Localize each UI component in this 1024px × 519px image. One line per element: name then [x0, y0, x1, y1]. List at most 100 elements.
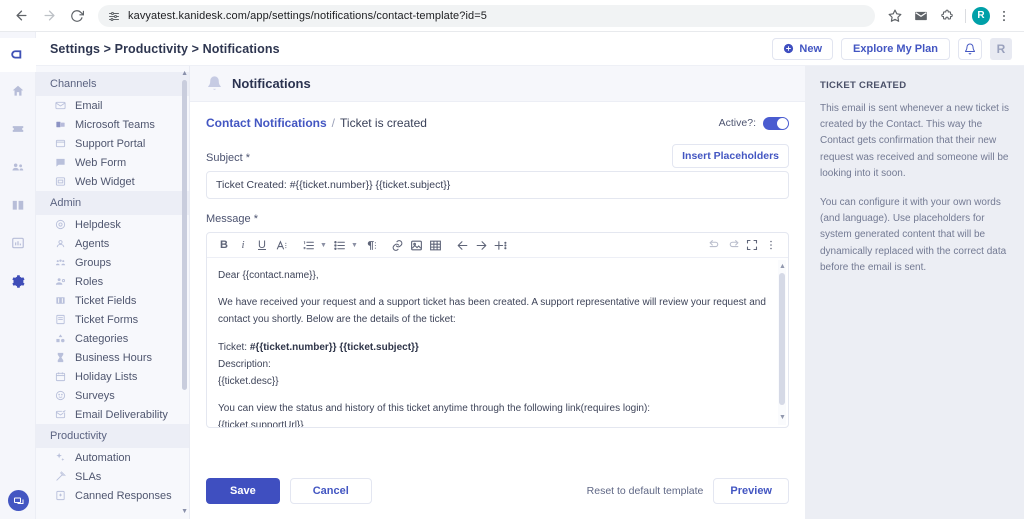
star-icon[interactable]: [883, 4, 907, 28]
scroll-up-arrow-icon[interactable]: ▲: [181, 70, 188, 77]
tickets-icon[interactable]: [0, 110, 36, 148]
explore-my-plan-button[interactable]: Explore My Plan: [841, 37, 950, 60]
new-button[interactable]: New: [772, 37, 834, 60]
sidebar-scrollbar[interactable]: [182, 80, 187, 505]
contacts-icon[interactable]: [0, 148, 36, 186]
sidebar-item-groups[interactable]: Groups: [36, 253, 189, 272]
reports-icon[interactable]: [0, 224, 36, 262]
browser-profile-avatar[interactable]: R: [972, 6, 990, 25]
sidebar-group-productivity: Productivity: [36, 424, 189, 448]
save-button[interactable]: Save: [206, 478, 280, 504]
knowledge-base-icon[interactable]: [0, 186, 36, 224]
contact-notifications-link[interactable]: Contact Notifications: [206, 116, 327, 130]
redo-icon[interactable]: [724, 235, 742, 255]
ticket-label: Ticket:: [218, 341, 250, 353]
editor-scroll-up-icon[interactable]: ▲: [779, 261, 786, 273]
sidebar-item-roles[interactable]: Roles: [36, 272, 189, 291]
sidebar-label: Surveys: [75, 389, 115, 402]
sidebar-label: Email: [75, 99, 103, 112]
sidebar-item-slas[interactable]: SLAs: [36, 467, 189, 486]
sidebar-label: SLAs: [75, 470, 102, 483]
message-body[interactable]: Dear {{contact.name}}, We have received …: [207, 258, 788, 427]
business-hours-icon: [54, 352, 66, 364]
cancel-button[interactable]: Cancel: [289, 478, 372, 504]
sidebar-label: Helpdesk: [75, 218, 121, 231]
rich-text-editor: B i U ▼ ▼ Dear {{contact.name}}, We have…: [206, 232, 789, 428]
sidebar-item-surveys[interactable]: Surveys: [36, 386, 189, 405]
sidebar-item-canned-responses[interactable]: Canned Responses: [36, 486, 189, 505]
undo-icon[interactable]: [705, 235, 723, 255]
editor-scrollbar-thumb[interactable]: [779, 273, 785, 405]
sidebar-item-web-widget[interactable]: Web Widget: [36, 172, 189, 191]
tune-icon[interactable]: [108, 10, 120, 22]
sidebar-item-microsoft-teams[interactable]: Microsoft Teams: [36, 115, 189, 134]
sidebar-item-categories[interactable]: Categories: [36, 329, 189, 348]
address-bar[interactable]: kavyatest.kanidesk.com/app/settings/noti…: [98, 4, 875, 27]
sidebar-item-ticket-forms[interactable]: Ticket Forms: [36, 310, 189, 329]
italic-button[interactable]: i: [234, 235, 252, 255]
insert-table-icon[interactable]: [426, 235, 444, 255]
header-actions: New Explore My Plan R: [772, 37, 1012, 60]
sidebar-label: Support Portal: [75, 137, 146, 150]
bullet-list-chevron-down-icon[interactable]: ▼: [349, 235, 360, 255]
message-paragraph-1: We have received your request and a supp…: [218, 297, 766, 326]
underline-button[interactable]: U: [253, 235, 271, 255]
reload-icon[interactable]: [64, 3, 90, 29]
active-toggle[interactable]: [763, 116, 789, 130]
email-deliverability-icon: [54, 409, 66, 421]
info-paragraph-1: This email is sent whenever a new ticket…: [820, 103, 1009, 179]
home-icon[interactable]: [0, 72, 36, 110]
paragraph-format-icon[interactable]: [361, 235, 379, 255]
sidebar-item-ticket-fields[interactable]: Ticket Fields: [36, 291, 189, 310]
subject-input[interactable]: Ticket Created: #{{ticket.number}} {{tic…: [206, 171, 789, 199]
sidebar-item-helpdesk[interactable]: Helpdesk: [36, 215, 189, 234]
template-breadcrumb: Contact Notifications / Ticket is create…: [206, 116, 789, 130]
notification-bell-icon[interactable]: [958, 37, 982, 60]
fullscreen-icon[interactable]: [743, 235, 761, 255]
sidebar-label: Ticket Fields: [75, 294, 137, 307]
sidebar-label: Holiday Lists: [75, 370, 138, 383]
chat-support-icon[interactable]: [8, 490, 29, 511]
bullet-list-icon[interactable]: [330, 235, 348, 255]
ordered-list-chevron-down-icon[interactable]: ▼: [318, 235, 329, 255]
insert-image-icon[interactable]: [407, 235, 425, 255]
form-footer: Save Cancel Reset to default template Pr…: [190, 463, 805, 519]
sidebar-item-web-form[interactable]: Web Form: [36, 153, 189, 172]
groups-icon: [54, 257, 66, 269]
kebab-menu-icon[interactable]: [992, 4, 1016, 28]
sidebar-item-business-hours[interactable]: Business Hours: [36, 348, 189, 367]
user-avatar[interactable]: R: [990, 37, 1012, 60]
more-options-icon[interactable]: [762, 235, 780, 255]
preview-button[interactable]: Preview: [713, 478, 789, 504]
kanidesk-logo-icon[interactable]: [0, 38, 36, 72]
scroll-down-arrow-icon[interactable]: ▼: [181, 508, 188, 515]
sidebar-item-support-portal[interactable]: Support Portal: [36, 134, 189, 153]
sidebar-label: Agents: [75, 237, 110, 250]
indent-arrow-icon[interactable]: [472, 235, 490, 255]
primary-nav-rail: [0, 32, 36, 519]
sidebar-scrollbar-thumb[interactable]: [182, 80, 187, 390]
outdent-arrow-icon[interactable]: [453, 235, 471, 255]
forward-arrow-icon[interactable]: [36, 3, 62, 29]
sidebar-item-agents[interactable]: Agents: [36, 234, 189, 253]
sidebar-item-email-deliverability[interactable]: Email Deliverability: [36, 405, 189, 424]
message-link-text: You can view the status and history of t…: [218, 403, 651, 415]
ordered-list-icon[interactable]: [299, 235, 317, 255]
reset-to-default-template-link[interactable]: Reset to default template: [587, 485, 704, 497]
gmail-icon[interactable]: [909, 4, 933, 28]
settings-gear-icon[interactable]: [0, 262, 36, 300]
sidebar-item-automation[interactable]: Automation: [36, 448, 189, 467]
sidebar-item-holiday-lists[interactable]: Holiday Lists: [36, 367, 189, 386]
sidebar-item-email[interactable]: Email: [36, 96, 189, 115]
editor-scrollbar[interactable]: ▲ ▼: [778, 260, 786, 425]
back-arrow-icon[interactable]: [8, 3, 34, 29]
editor-scroll-down-icon[interactable]: ▼: [779, 412, 786, 424]
bold-button[interactable]: B: [215, 235, 233, 255]
sidebar-label: Web Form: [75, 156, 127, 169]
font-color-button[interactable]: [272, 235, 290, 255]
insert-plus-icon[interactable]: [491, 235, 509, 255]
categories-icon: [54, 333, 66, 345]
message-label: Message *: [206, 213, 258, 225]
extensions-puzzle-icon[interactable]: [935, 4, 959, 28]
link-icon[interactable]: [388, 235, 406, 255]
